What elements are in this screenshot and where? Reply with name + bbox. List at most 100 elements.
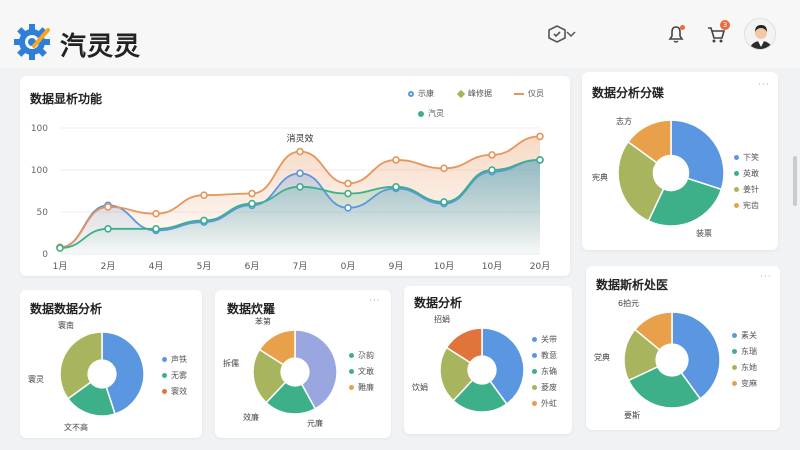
legend-marker <box>162 357 167 362</box>
scrollbar-thumb[interactable] <box>793 156 797 206</box>
x-tick-label: 0月 <box>341 261 356 272</box>
more-icon[interactable]: ··· <box>758 80 770 90</box>
data-point[interactable] <box>248 199 256 208</box>
line-chart: 0 50 100 100 1月 2月 4月 5月 6月 7月 0月 9月 10月 10月 20月 消灵效 <box>31 124 550 272</box>
legend-item[interactable]: 东确 <box>532 364 557 380</box>
data-point[interactable] <box>104 225 112 233</box>
data-point[interactable] <box>296 169 304 178</box>
legend-item[interactable]: 尕韵 <box>349 348 374 364</box>
top-header: 汽灵灵 3 <box>0 0 800 68</box>
pie-chart-1 <box>617 119 725 227</box>
chevron-down-icon[interactable] <box>565 22 577 46</box>
legend-marker <box>162 389 167 394</box>
data-point[interactable] <box>440 198 448 206</box>
data-point[interactable] <box>392 156 400 164</box>
slice-label: 志方 <box>616 117 632 126</box>
legend-item[interactable]: 变麻 <box>732 376 757 392</box>
y-tick-label: 100 <box>31 166 48 176</box>
legend-item[interactable]: 素关 <box>732 328 757 344</box>
legend-item[interactable]: 东瑞 <box>732 344 757 360</box>
data-point[interactable] <box>440 164 448 173</box>
more-icon[interactable]: ··· <box>760 272 772 282</box>
pie-card-2: 数据数据分析 寰南 寰灵 文不高 声铁 无雾 寰效 <box>20 290 202 438</box>
data-point[interactable] <box>488 151 496 159</box>
slice-label: 文不高 <box>64 423 88 432</box>
data-point[interactable] <box>344 189 352 198</box>
more-icon[interactable]: ··· <box>369 296 381 306</box>
legend-marker <box>349 369 354 374</box>
pie-legend-2: 声铁无雾 寰效 <box>162 352 187 400</box>
legend-marker <box>349 353 354 358</box>
data-point[interactable] <box>200 216 208 225</box>
data-point[interactable] <box>104 203 112 211</box>
slice-label: 党典 <box>594 353 610 362</box>
x-tick-label: 2月 <box>101 261 116 272</box>
legend-marker <box>162 373 167 378</box>
user-avatar[interactable] <box>744 18 776 50</box>
legend-label: 難廉 <box>358 383 374 392</box>
legend-label: 下笑 <box>743 153 759 162</box>
pie-card-4: 数据分析 招娟 饮娟 关带 教意 东确 菱废 外虹 <box>404 286 572 434</box>
legend-label: 变麻 <box>741 379 757 388</box>
legend-label: 素关 <box>741 331 757 340</box>
chart-annotation: 消灵效 <box>286 133 313 145</box>
data-point[interactable] <box>152 209 160 218</box>
x-tick-label: 20月 <box>530 261 550 272</box>
data-point[interactable] <box>488 166 496 174</box>
slice-label: 苯第 <box>255 317 271 326</box>
data-point[interactable] <box>392 183 400 191</box>
legend-item[interactable]: 外虹 <box>532 396 557 412</box>
legend-label: 宪齿 <box>743 201 759 210</box>
x-tick-label: 10月 <box>434 261 454 272</box>
pie-slice[interactable] <box>670 119 725 191</box>
x-tick-label: 5月 <box>197 261 212 272</box>
legend-item[interactable]: 教意 <box>532 348 557 364</box>
legend-item[interactable]: 东她 <box>732 360 757 376</box>
data-point[interactable] <box>56 244 64 252</box>
pie-title-3: 数据炊羅 <box>227 302 276 316</box>
legend-item[interactable]: 姜针 <box>734 182 759 198</box>
pie-title-4: 数据分析 <box>414 296 463 310</box>
legend-item[interactable]: 文敢 <box>349 364 374 380</box>
data-point[interactable] <box>344 204 352 212</box>
legend-item[interactable]: 菱废 <box>532 380 557 396</box>
slice-label: 要斯 <box>624 411 640 420</box>
legend-item[interactable]: 关带 <box>532 332 557 348</box>
legend-marker <box>349 385 354 390</box>
x-tick-label: 4月 <box>149 261 164 272</box>
pie-title-5: 数据斯析处医 <box>596 278 669 292</box>
data-point[interactable] <box>200 191 208 199</box>
pie-legend-1: 下笑英敢 姜针宪齿 <box>734 150 759 214</box>
legend-item[interactable]: 英敢 <box>734 166 759 182</box>
data-point[interactable] <box>296 183 304 191</box>
legend-label: 声铁 <box>171 355 187 364</box>
slice-label: 宪典 <box>592 173 608 182</box>
x-tick-label: 7月 <box>293 261 308 272</box>
data-point[interactable] <box>152 225 160 233</box>
legend-marker <box>532 353 537 358</box>
legend-item[interactable]: 難廉 <box>349 380 374 396</box>
cart-badge: 3 <box>720 20 730 30</box>
legend-item[interactable]: 下笑 <box>734 150 759 166</box>
legend-marker <box>532 401 537 406</box>
x-tick-label: 9月 <box>389 261 404 272</box>
slice-label: 招娟 <box>434 315 450 324</box>
data-point[interactable] <box>536 132 544 141</box>
slice-label: 装票 <box>696 229 712 238</box>
legend-item[interactable]: 宪齿 <box>734 198 759 214</box>
pie-chart-5 <box>623 311 721 409</box>
legend-marker <box>532 385 537 390</box>
main-chart-card: 数据显析功能 示康 峰修据 仪员 汽灵 0 50 100 100 1月 2月 4月 5月 6月 7… <box>20 76 570 276</box>
legend-item[interactable]: 寰效 <box>162 384 187 400</box>
data-point[interactable] <box>248 189 256 198</box>
legend-item[interactable]: 无雾 <box>162 368 187 384</box>
legend-marker <box>734 203 739 208</box>
data-point[interactable] <box>536 156 544 164</box>
data-point[interactable] <box>344 179 352 188</box>
legend-item[interactable]: 声铁 <box>162 352 187 368</box>
legend-label: 东瑞 <box>741 347 757 356</box>
pie-card-3: 数据炊羅 ··· 苯第 拆儒 效廉 元廉 尕韵 文敢 難廉 <box>215 290 391 438</box>
data-point[interactable] <box>296 147 304 156</box>
legend-marker <box>732 333 737 338</box>
legend-marker <box>734 155 739 160</box>
